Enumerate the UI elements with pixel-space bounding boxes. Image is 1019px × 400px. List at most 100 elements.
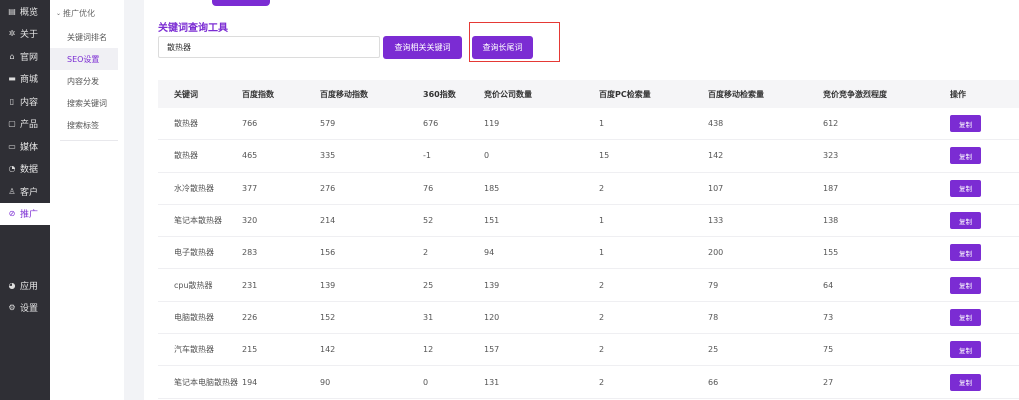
promote-icon: ⊘ [8,209,16,219]
product-icon: ▢ [8,119,16,129]
table-cell: cpu散热器 [174,280,213,290]
action-cell: 复制 [950,115,1019,133]
nav-item-label: 官网 [20,52,39,63]
nav-item-label: 商城 [20,75,39,86]
nav-item-media[interactable]: ▭ 媒体 [0,135,50,158]
table-row: 电脑散热器 226 152 31 120 2 78 73 复制 [158,302,1019,335]
nav-item-label: 关于 [20,30,39,41]
copy-button[interactable]: 复制 [950,373,981,391]
table-cell: 笔记本散热器 [174,216,222,226]
table-cell: 194 [242,377,258,387]
table-cell: 579 [320,119,336,129]
nav-item-home[interactable]: ⌂ 官网 [0,45,50,68]
table-row: cpu散热器 231 139 25 139 2 79 64 复制 [158,269,1019,302]
column-header: 百度移动检索量 [708,89,764,99]
table-cell: 320 [242,216,258,226]
chart-icon: ◔ [8,164,16,174]
table-cell: 27 [823,377,834,387]
action-cell: 复制 [950,341,1019,359]
column-header: 关键词 [174,89,198,99]
table-cell: 283 [242,248,258,258]
subnav-item[interactable]: 搜索标签 [50,114,118,136]
copy-button[interactable]: 复制 [950,276,981,294]
column-header: 百度指数 [242,89,274,99]
table-cell: 214 [320,216,336,226]
table-cell: 2 [599,312,605,322]
table-cell: 226 [242,312,258,322]
subnav-item[interactable]: 内容分发 [50,70,118,92]
nav-item-gear[interactable]: ✲ 关于 [0,23,50,46]
table-cell: 155 [823,248,839,258]
copy-button[interactable]: 复制 [950,244,981,262]
nav-item-promote[interactable]: ⊘ 推广 [0,202,50,225]
table-cell: 66 [708,377,719,387]
subnav-item[interactable]: 关键词排名 [50,26,118,48]
media-icon: ▭ [8,141,16,151]
table-cell: 157 [484,345,500,355]
nav-item-apps[interactable]: ◕ 应用 [0,274,50,297]
table-cell: 2 [599,183,605,193]
table-row: 汽车散热器 215 142 12 157 2 25 75 复制 [158,334,1019,367]
subnav-header[interactable]: ⌄ 推广优化 [50,0,124,26]
table-cell: 156 [320,248,336,258]
nav-item-document[interactable]: ▯ 内容 [0,90,50,113]
nav-item-label: 概览 [20,7,39,18]
copy-button[interactable]: 复制 [950,179,981,197]
store-icon: ▬ [8,74,16,84]
table-cell: 79 [708,280,719,290]
table-cell: 131 [484,377,500,387]
copy-button[interactable]: 复制 [950,212,981,230]
action-cell: 复制 [950,308,1019,326]
table-cell: 电脑散热器 [174,312,214,322]
table-cell: 0 [484,151,490,161]
action-cell: 复制 [950,276,1019,294]
main-nav-lower-list: ◕ 应用 ⚙ 设置 [0,274,50,319]
copy-button[interactable]: 复制 [950,147,981,165]
table-cell: 25 [708,345,719,355]
table-cell: 2 [599,345,605,355]
nav-item-product[interactable]: ▢ 产品 [0,113,50,136]
subnav-header-label: 推广优化 [63,8,96,18]
nav-item-user[interactable]: ♙ 客户 [0,180,50,203]
table-row: 散热器 766 579 676 119 1 438 612 复制 [158,108,1019,141]
table-row: 散热器 465 335 -1 0 15 142 323 复制 [158,140,1019,173]
nav-item-overview[interactable]: ▤ 概览 [0,0,50,23]
copy-button[interactable]: 复制 [950,308,981,326]
table-cell: 139 [320,280,336,290]
query-related-keywords-button[interactable]: 查询相关关键词 [383,36,462,59]
table-cell: 15 [599,151,610,161]
table-cell: 119 [484,119,500,129]
table-cell: 90 [320,377,331,387]
apps-icon: ◕ [8,280,16,290]
table-cell: 2 [423,248,429,258]
table-cell: 676 [423,119,439,129]
table-cell: 142 [708,151,724,161]
highlight-annotation-box [469,22,560,62]
copy-button[interactable]: 复制 [950,341,981,359]
sub-sidebar: ⌄ 推广优化 关键词排名 SEO设置 内容分发 搜索关键词 搜索标签 [50,0,124,400]
overview-icon: ▤ [8,6,16,16]
nav-item-settings[interactable]: ⚙ 设置 [0,297,50,320]
subnav-divider [60,140,118,141]
document-icon: ▯ [9,96,15,106]
table-cell: 276 [320,183,336,193]
gear-icon: ✲ [8,29,16,39]
nav-item-label: 客户 [20,187,39,198]
nav-item-chart[interactable]: ◔ 数据 [0,158,50,181]
nav-item-store[interactable]: ▬ 商城 [0,68,50,91]
column-header: 竞价竞争激烈程度 [823,89,887,99]
table-cell: 汽车散热器 [174,345,214,355]
subnav-item[interactable]: SEO设置 [50,48,118,70]
nav-item-label: 内容 [20,97,39,108]
copy-button[interactable]: 复制 [950,115,981,133]
action-cell: 复制 [950,373,1019,391]
subnav-item[interactable]: 搜索关键词 [50,92,118,114]
top-tab-stub[interactable] [212,0,270,6]
table-cell: 231 [242,280,258,290]
nav-item-label: 应用 [20,281,39,292]
keyword-search-input[interactable] [158,36,380,58]
table-cell: 78 [708,312,719,322]
table-cell: 0 [423,377,429,387]
tool-title: 关键词查询工具 [158,23,228,34]
table-cell: 138 [823,216,839,226]
